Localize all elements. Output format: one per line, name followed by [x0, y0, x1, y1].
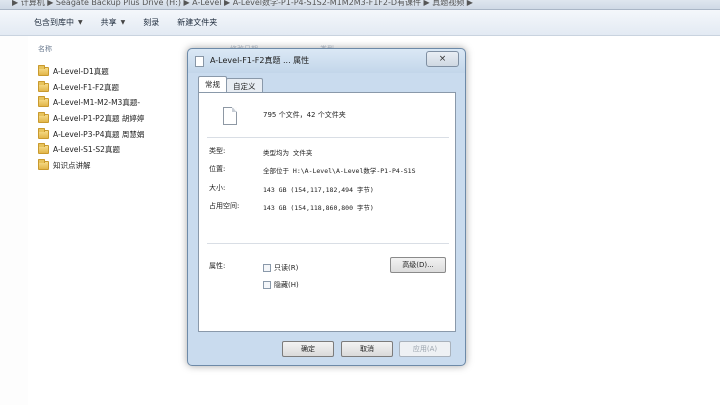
share-label: 共享 [100, 18, 117, 27]
size-label: 大小: [209, 184, 226, 192]
properties-dialog: A-Level-F1-F2真题 ... 属性 × 常规 自定义 795 个文件，… [187, 48, 466, 366]
dialog-button-row: 确定 取消 应用(A) [188, 341, 465, 359]
advanced-button[interactable]: 高级(D)... [390, 257, 446, 273]
checkbox-box[interactable] [263, 264, 271, 272]
dialog-title: A-Level-F1-F2真题 ... 属性 [210, 56, 310, 65]
type-label: 类型: [209, 147, 226, 155]
list-item[interactable]: A-Level-P1-P2真题 胡婷婷 [38, 111, 144, 127]
chevron-down-icon: ▼ [78, 19, 83, 26]
hidden-checkbox[interactable]: 隐藏(H) [263, 280, 299, 290]
checkbox-box[interactable] [263, 281, 271, 289]
folder-icon [38, 80, 49, 92]
multiple-files-icon [223, 107, 237, 125]
file-name: 知识点讲解 [53, 160, 91, 170]
list-item[interactable]: A-Level-F1-F2真题 [38, 80, 144, 96]
folder-icon [38, 112, 49, 124]
disk-size-label: 占用空间: [209, 202, 240, 210]
list-item[interactable]: 知识点讲解 [38, 158, 144, 174]
address-bar[interactable]: ▶ 计算机 ▶ Seagate Backup Plus Drive (H:) ▶… [0, 0, 720, 10]
file-name: A-Level-M1-M2-M3真题- [53, 98, 141, 108]
divider [207, 137, 449, 138]
burn-button[interactable]: 刻录 [143, 17, 159, 28]
include-in-library-label: 包含到库中 [34, 18, 74, 27]
file-name: A-Level-P3-P4真题 周慧娟 [53, 129, 145, 139]
column-header-name[interactable]: 名称 [38, 44, 52, 54]
general-tab-panel: 795 个文件，42 个文件夹 类型: 类型均为 文件夹 位置: 全部位于 H:… [198, 92, 456, 332]
folder-icon [38, 65, 49, 77]
folder-icon [38, 143, 49, 155]
folder-icon [38, 96, 49, 108]
folder-icon [38, 127, 49, 139]
file-list: A-Level-D1真题 A-Level-F1-F2真题 A-Level-M1-… [38, 64, 144, 173]
close-icon: × [438, 54, 447, 64]
size-value: 143 GB (154,117,182,494 字节) [263, 186, 374, 194]
list-item[interactable]: A-Level-P3-P4真题 周慧娟 [38, 126, 144, 142]
ok-button[interactable]: 确定 [282, 341, 334, 357]
file-name: A-Level-D1真题 [53, 67, 109, 77]
disk-size-value: 143 GB (154,118,860,800 字节) [263, 204, 374, 212]
dialog-tabs: 常规 自定义 [198, 76, 263, 92]
folder-icon [38, 158, 49, 170]
document-icon [195, 56, 204, 67]
apply-button[interactable]: 应用(A) [399, 341, 451, 357]
list-item[interactable]: A-Level-D1真题 [38, 64, 144, 80]
readonly-label: 只读(R) [274, 264, 299, 272]
location-label: 位置: [209, 165, 226, 173]
list-item[interactable]: A-Level-S1-S2真题 [38, 142, 144, 158]
dialog-titlebar[interactable]: A-Level-F1-F2真题 ... 属性 × [188, 49, 465, 73]
new-folder-label: 新建文件夹 [177, 18, 218, 27]
file-name: A-Level-S1-S2真题 [53, 145, 120, 155]
file-name: A-Level-F1-F2真题 [53, 82, 120, 92]
cancel-button[interactable]: 取消 [341, 341, 393, 357]
file-count-summary: 795 个文件，42 个文件夹 [263, 111, 346, 119]
burn-label: 刻录 [143, 18, 160, 27]
breadcrumb[interactable]: ▶ 计算机 ▶ Seagate Backup Plus Drive (H:) ▶… [12, 0, 473, 8]
hidden-label: 隐藏(H) [274, 281, 299, 289]
file-name: A-Level-P1-P2真题 胡婷婷 [53, 114, 145, 124]
chevron-down-icon: ▼ [120, 19, 126, 26]
attributes-label: 属性: [209, 262, 226, 270]
readonly-checkbox[interactable]: 只读(R) [263, 263, 298, 273]
tab-general[interactable]: 常规 [198, 76, 227, 92]
include-in-library-button[interactable]: 包含到库中 ▼ [34, 17, 83, 28]
tab-customize[interactable]: 自定义 [226, 78, 263, 92]
close-button[interactable]: × [426, 51, 459, 67]
new-folder-button[interactable]: 新建文件夹 [177, 17, 217, 28]
location-value: 全部位于 H:\A-Level\A-Level数学-P1-P4-S1S [263, 167, 416, 175]
share-button[interactable]: 共享 ▼ [101, 17, 126, 28]
list-item[interactable]: A-Level-M1-M2-M3真题- [38, 95, 144, 111]
divider [207, 243, 449, 244]
toolbar: 包含到库中 ▼ 共享 ▼ 刻录 新建文件夹 [0, 10, 720, 36]
type-value: 类型均为 文件夹 [263, 149, 313, 157]
